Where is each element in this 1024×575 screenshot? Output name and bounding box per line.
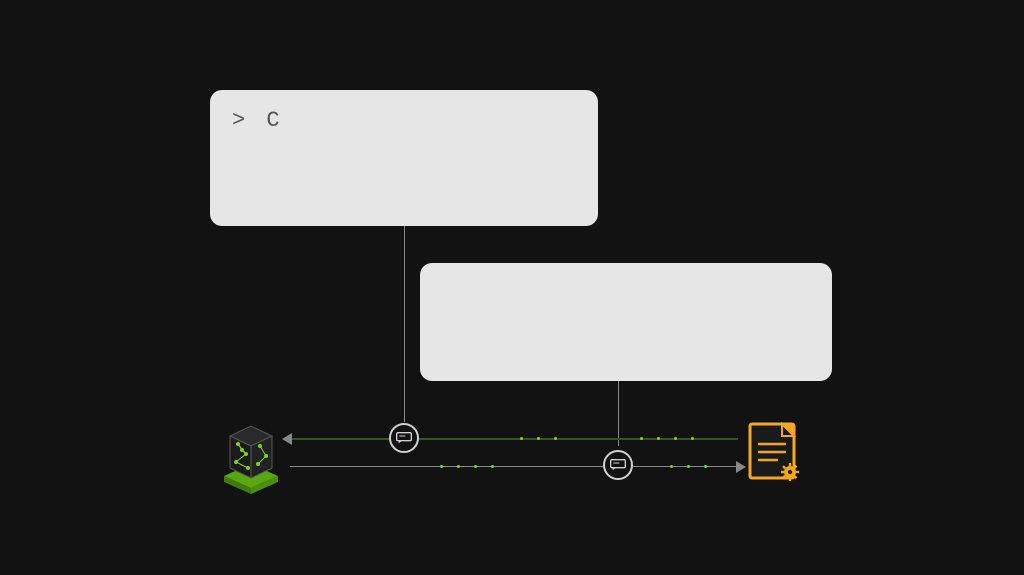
pulse-dots — [670, 465, 707, 467]
pulse-dots — [440, 465, 494, 467]
pulse-dots — [640, 437, 694, 439]
prompt-card: > C — [210, 90, 598, 226]
chat-marker-left — [389, 423, 419, 453]
connector-right — [618, 381, 619, 446]
prompt-text: > C — [232, 108, 576, 133]
arrowhead-right-icon — [736, 461, 746, 473]
response-card — [420, 263, 832, 381]
pulse-dots — [520, 437, 557, 439]
chat-bubble-icon — [610, 459, 626, 471]
chat-bubble-icon — [396, 432, 412, 444]
network-cube-icon — [216, 414, 286, 496]
document-gear-icon — [748, 422, 800, 482]
connector-left — [404, 226, 405, 422]
chat-marker-right — [603, 450, 633, 480]
